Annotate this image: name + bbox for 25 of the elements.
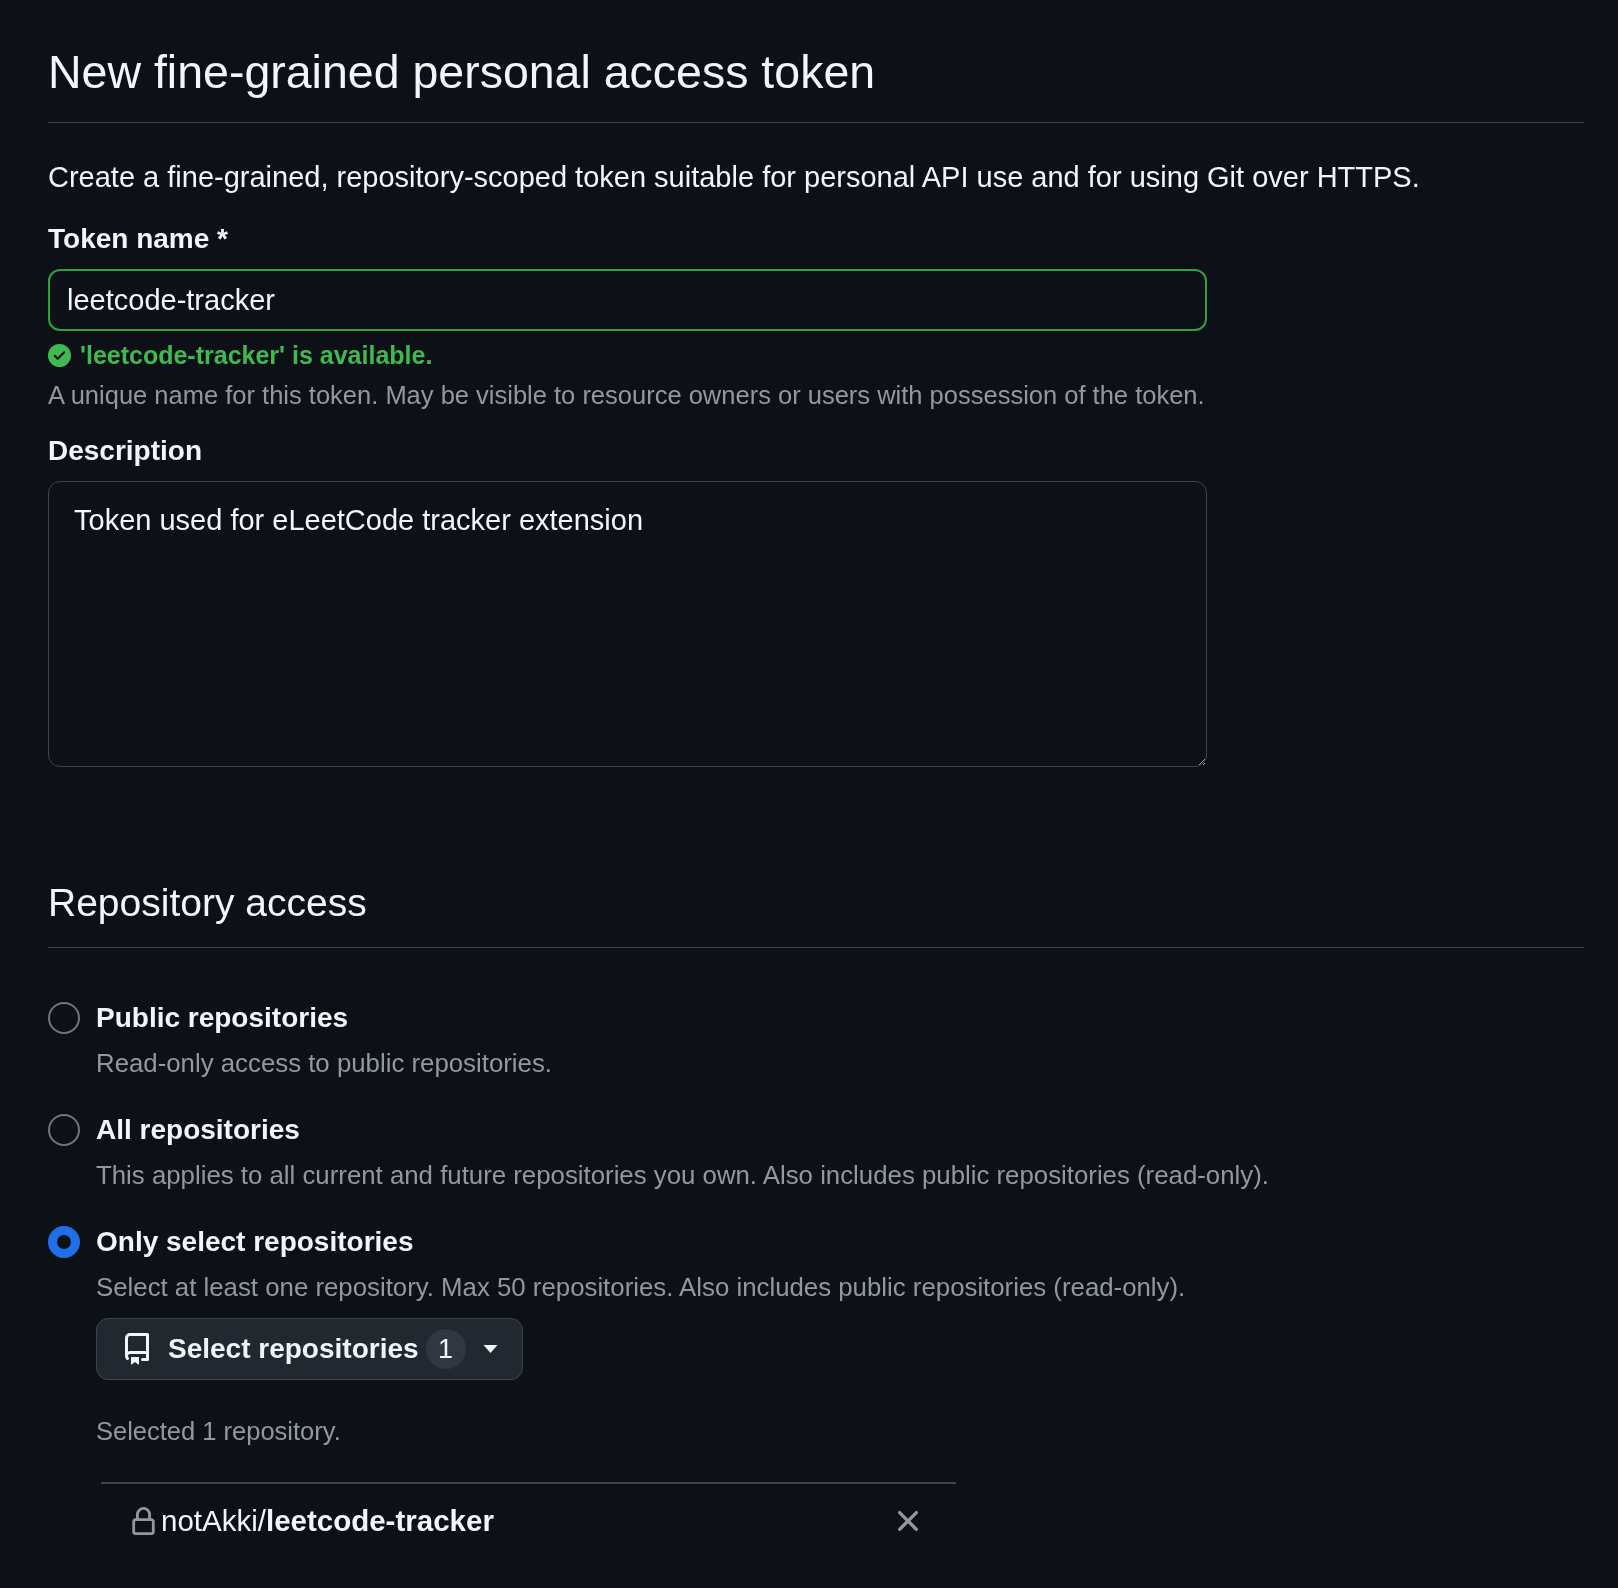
field-hint: A unique name for this token. May be visible to resource owners or users with possession of the token. (48, 380, 1206, 411)
caret-icon (482, 1345, 498, 1353)
description-field[interactable]: Token used for eLeetCode tracker extension (48, 481, 1207, 767)
selection-summary: Selected 1 repository. (96, 1416, 342, 1447)
radio-button[interactable] (48, 1226, 80, 1258)
option-label: Only select repositories (96, 1225, 415, 1259)
option-description: Read-only access to public repositories. (96, 1048, 553, 1079)
field-label: Token name * (48, 222, 229, 256)
option-description: This applies to all current and future repositories you own. Also includes public repositories (read-only). (96, 1160, 1270, 1191)
select-repositories-button[interactable]: Select repositories 1 (96, 1318, 523, 1380)
radio-button[interactable] (48, 1114, 80, 1146)
repository-name: notAkki/leetcode-tracker (161, 1503, 495, 1539)
section-title: Repository access (48, 880, 368, 926)
token-name-field[interactable]: leetcode-tracker (48, 269, 1207, 331)
page-title: New fine-grained personal access token (48, 45, 877, 100)
validation-message: 'leetcode-tracker' is available. (80, 340, 433, 371)
counter-badge: 1 (425, 1329, 466, 1369)
close-icon[interactable] (898, 1511, 918, 1531)
option-label: All repositories (96, 1113, 301, 1147)
intro-text: Create a fine-grained, repository-scoped token suitable for personal API use and for using Git over HTTPS. (48, 160, 1421, 195)
option-description: Select at least one repository. Max 50 repositories. Also includes public repositories (read-only). (96, 1272, 1187, 1303)
field-label: Description (48, 434, 204, 468)
option-label: Public repositories (96, 1001, 350, 1035)
book-icon (125, 1333, 149, 1365)
radio-button[interactable] (48, 1002, 80, 1034)
